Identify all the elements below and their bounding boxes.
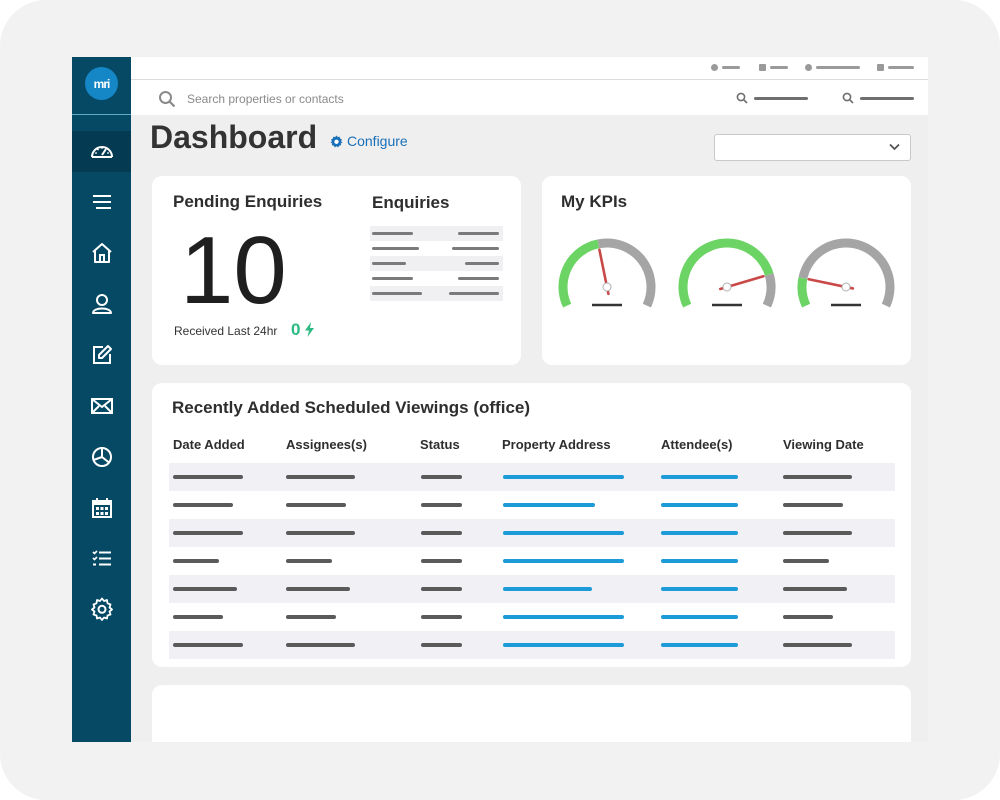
table-row[interactable] bbox=[169, 603, 895, 631]
checklist-icon bbox=[91, 549, 111, 565]
table-row[interactable] bbox=[169, 491, 895, 519]
user-icon bbox=[91, 293, 112, 314]
menu-lines-icon bbox=[92, 194, 111, 209]
sidebar-item-menu[interactable] bbox=[72, 181, 131, 222]
gauge-track-arc bbox=[798, 238, 895, 308]
page-title: Dashboard bbox=[150, 119, 318, 155]
top-link-notifications[interactable] bbox=[805, 64, 860, 71]
sidebar-item-reports[interactable] bbox=[72, 436, 131, 477]
search-bar bbox=[131, 80, 928, 115]
search-filter-1[interactable] bbox=[736, 92, 808, 104]
enquiries-row[interactable] bbox=[370, 256, 503, 271]
top-utility-bar bbox=[131, 57, 928, 80]
configure-label: Configure bbox=[347, 133, 408, 149]
office-select[interactable] bbox=[714, 134, 911, 161]
enquiries-title: Enquiries bbox=[372, 193, 450, 212]
pie-chart-icon bbox=[91, 446, 112, 467]
list-icon bbox=[759, 64, 766, 71]
gauge-track-arc bbox=[597, 238, 656, 308]
logout-icon bbox=[877, 64, 884, 71]
top-link-placeholder bbox=[722, 66, 740, 69]
empty-widget-card bbox=[152, 685, 911, 742]
configure-button[interactable]: Configure bbox=[330, 133, 408, 149]
col-header-viewing-date[interactable]: Viewing Date bbox=[783, 437, 864, 452]
logo-text: mri bbox=[93, 76, 111, 91]
search-icon bbox=[736, 92, 748, 104]
app-window: mri Search properties or contacts Dashbo… bbox=[72, 57, 928, 742]
received-label: Received Last 24hr bbox=[174, 324, 278, 338]
viewings-title: Recently Added Scheduled Viewings (offic… bbox=[172, 398, 531, 417]
pending-count[interactable]: 10 bbox=[180, 221, 287, 321]
table-row[interactable] bbox=[169, 547, 895, 575]
lightning-icon bbox=[305, 322, 314, 337]
kpi-gauge-3[interactable] bbox=[796, 238, 896, 330]
col-header-assignees[interactable]: Assignees(s) bbox=[286, 437, 367, 452]
gauge-track-arc bbox=[762, 273, 776, 308]
table-row[interactable] bbox=[169, 519, 895, 547]
sidebar-item-notes[interactable] bbox=[72, 334, 131, 375]
table-row[interactable] bbox=[169, 631, 895, 659]
table-row[interactable] bbox=[169, 463, 895, 491]
top-link-placeholder bbox=[770, 66, 788, 69]
gauge-hub bbox=[722, 282, 732, 292]
search-icon bbox=[159, 91, 176, 108]
search-filter-2[interactable] bbox=[842, 92, 914, 104]
filter-placeholder bbox=[860, 96, 914, 100]
top-link-logout[interactable] bbox=[877, 64, 914, 71]
envelope-icon bbox=[90, 397, 113, 414]
sidebar-item-tasks[interactable] bbox=[72, 538, 131, 579]
top-link-info[interactable] bbox=[711, 64, 740, 71]
col-header-attendees[interactable]: Attendee(s) bbox=[661, 437, 733, 452]
gauge-fill-arc bbox=[797, 277, 811, 308]
search-icon bbox=[842, 92, 854, 104]
mri-logo[interactable]: mri bbox=[85, 67, 118, 100]
home-icon bbox=[91, 242, 112, 263]
top-link-placeholder bbox=[816, 66, 860, 69]
search-input[interactable] bbox=[185, 88, 589, 110]
gauge-hub bbox=[602, 282, 612, 292]
sidebar-item-properties[interactable] bbox=[72, 232, 131, 273]
edit-icon bbox=[92, 344, 112, 364]
top-link-tasks[interactable] bbox=[759, 64, 788, 71]
enquiries-row[interactable] bbox=[370, 241, 503, 256]
kpi-gauge-2[interactable] bbox=[677, 238, 777, 330]
col-header-date-added[interactable]: Date Added bbox=[173, 437, 245, 452]
gauge-hub bbox=[841, 282, 851, 292]
chevron-down-icon bbox=[889, 143, 900, 151]
sidebar-item-mail[interactable] bbox=[72, 385, 131, 426]
pending-enquiries-card: Pending Enquiries 10 Received Last 24hr … bbox=[152, 176, 521, 365]
bell-icon bbox=[805, 64, 812, 71]
sidebar-item-contacts[interactable] bbox=[72, 283, 131, 324]
col-header-property-address[interactable]: Property Address bbox=[502, 437, 611, 452]
sidebar-item-dashboard[interactable] bbox=[72, 131, 131, 172]
gear-icon bbox=[90, 597, 113, 621]
info-icon bbox=[711, 64, 718, 71]
viewings-card: Recently Added Scheduled Viewings (offic… bbox=[152, 383, 911, 667]
gauge-fill-arc bbox=[678, 238, 774, 308]
device-frame: mri Search properties or contacts Dashbo… bbox=[0, 0, 1000, 800]
pending-enquiries-title: Pending Enquiries bbox=[173, 192, 323, 211]
sidebar: mri bbox=[72, 57, 131, 742]
filter-placeholder bbox=[754, 96, 808, 100]
gear-icon bbox=[330, 135, 343, 147]
enquiries-row[interactable] bbox=[370, 271, 503, 286]
col-header-status[interactable]: Status bbox=[420, 437, 460, 452]
kpi-gauge-1[interactable] bbox=[557, 238, 657, 330]
top-link-placeholder bbox=[888, 66, 914, 69]
received-count: 0 bbox=[291, 320, 301, 339]
sidebar-item-settings[interactable] bbox=[72, 588, 131, 629]
calendar-icon bbox=[91, 497, 112, 518]
enquiries-row[interactable] bbox=[370, 286, 503, 301]
kpis-title: My KPIs bbox=[561, 192, 628, 211]
enquiries-row[interactable] bbox=[370, 226, 503, 241]
kpis-card: My KPIs bbox=[542, 176, 911, 365]
gauge-fill-arc bbox=[558, 239, 600, 308]
table-row[interactable] bbox=[169, 575, 895, 603]
sidebar-item-calendar[interactable] bbox=[72, 487, 131, 528]
speedometer-icon bbox=[90, 145, 113, 158]
logo-area: mri bbox=[72, 57, 131, 115]
